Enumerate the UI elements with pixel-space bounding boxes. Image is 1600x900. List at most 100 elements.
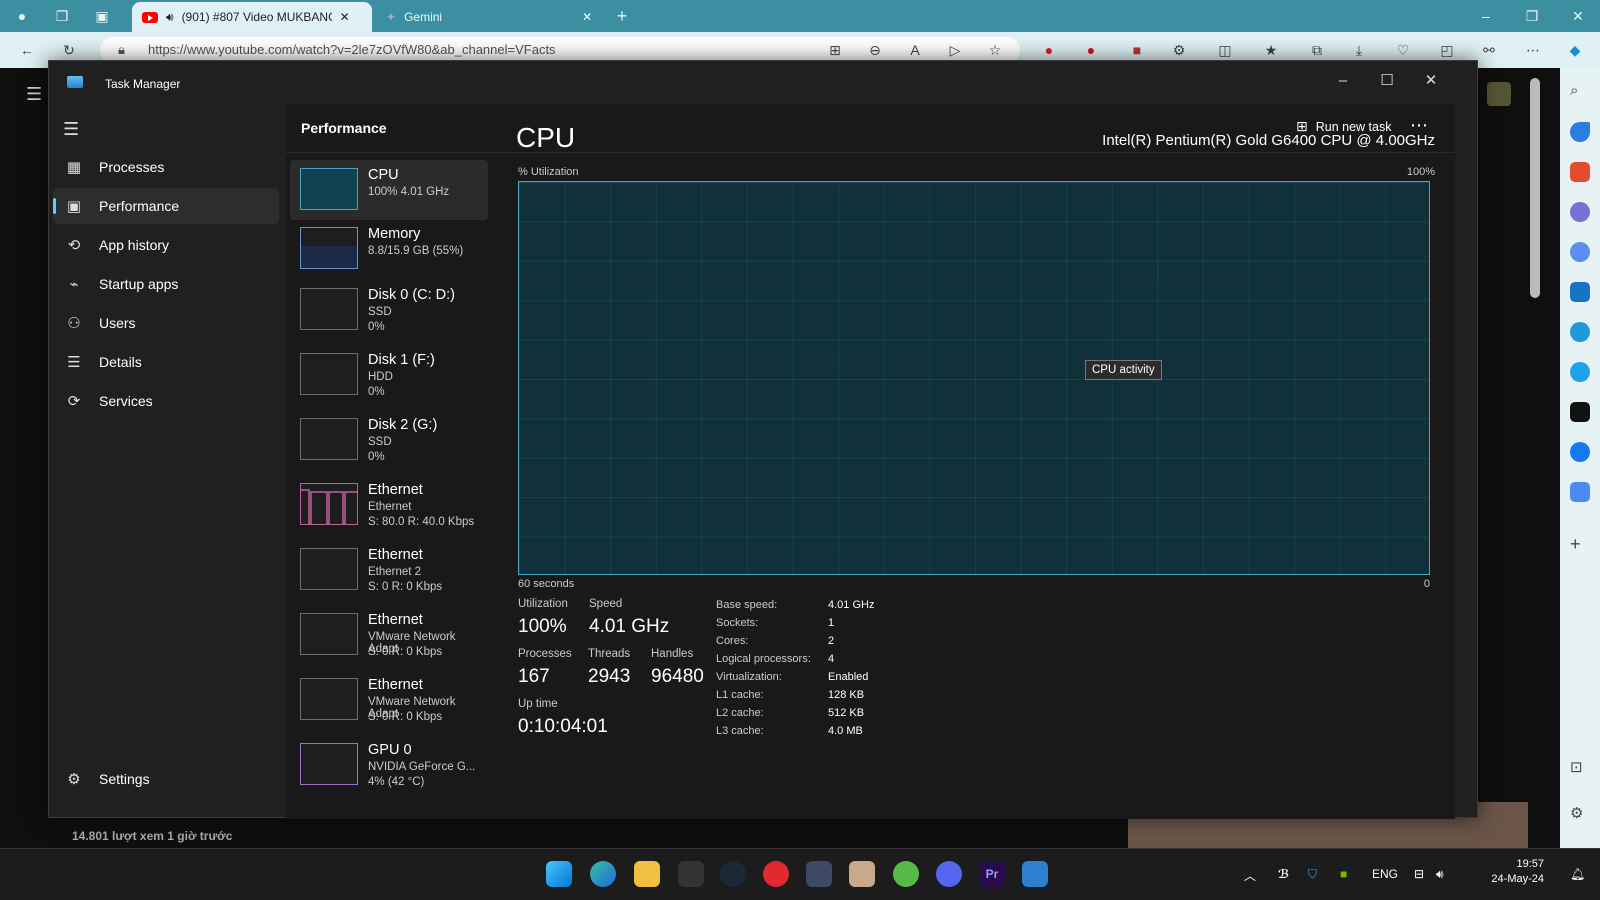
- device-ethernet-2[interactable]: Ethernet Ethernet 2 S: 0 R: 0 Kbps: [290, 540, 488, 600]
- epic-games-icon[interactable]: [678, 861, 704, 887]
- device-ethernet-3[interactable]: Ethernet VMware Network Adapt S: 0 R: 0 …: [290, 605, 488, 665]
- defender-icon[interactable]: ⛉: [1308, 867, 1317, 882]
- split-screen-icon[interactable]: ◫: [1216, 41, 1234, 59]
- hamburger-menu-icon[interactable]: ☰: [63, 119, 79, 140]
- bluetooth-icon[interactable]: ℬ: [1278, 867, 1289, 881]
- premiere-icon[interactable]: Pr: [979, 861, 1005, 887]
- games-icon[interactable]: [1570, 202, 1590, 222]
- nav-services[interactable]: ⟳ Services: [53, 383, 279, 419]
- video-icon[interactable]: ▷: [946, 41, 964, 59]
- extension-other-icon[interactable]: ■: [1128, 41, 1146, 59]
- device-ethernet-4[interactable]: Ethernet VMware Network Adapt S: 0 R: 0 …: [290, 670, 488, 730]
- nav-label: Services: [99, 393, 153, 409]
- game-icon[interactable]: [806, 861, 832, 887]
- app-available-icon[interactable]: ⊞: [826, 41, 844, 59]
- language-indicator[interactable]: ENG: [1372, 867, 1398, 881]
- genshin-icon[interactable]: [849, 861, 875, 887]
- copilot-icon[interactable]: ◆: [1566, 41, 1584, 59]
- favorites-icon[interactable]: ★: [1262, 41, 1280, 59]
- nav-settings[interactable]: ⚙ Settings: [53, 761, 279, 797]
- edge-icon[interactable]: [590, 861, 616, 887]
- nav-details[interactable]: ☰ Details: [53, 344, 279, 380]
- device-disk2[interactable]: Disk 2 (G:) SSD 0%: [290, 410, 488, 470]
- screenshot-icon[interactable]: ⊡: [1570, 758, 1590, 778]
- device-disk1[interactable]: Disk 1 (F:) HDD 0%: [290, 345, 488, 405]
- outlook-icon[interactable]: [1570, 282, 1590, 302]
- device-name: Ethernet: [368, 547, 423, 563]
- add-icon[interactable]: +: [1570, 534, 1590, 554]
- nvidia-icon[interactable]: ■: [1340, 867, 1347, 881]
- performance-icon[interactable]: ♡: [1394, 41, 1412, 59]
- search-icon[interactable]: ⌕: [1570, 82, 1590, 102]
- page-scrollbar[interactable]: [1530, 78, 1540, 298]
- favorite-icon[interactable]: ☆: [986, 41, 1004, 59]
- steam-icon[interactable]: [720, 861, 746, 887]
- workspaces-icon[interactable]: ❐: [52, 6, 72, 26]
- nav-app-history[interactable]: ⟲ App history: [53, 227, 279, 263]
- minimize-button[interactable]: –: [1321, 67, 1365, 93]
- tab-youtube-label: (901) #807 Video MUKBANG: [181, 10, 332, 24]
- skype-icon[interactable]: [1570, 362, 1590, 382]
- sidebar-settings-icon[interactable]: ⚙: [1570, 804, 1590, 824]
- extension-abp-icon[interactable]: ●: [1040, 41, 1058, 59]
- device-disk0[interactable]: Disk 0 (C: D:) SSD 0%: [290, 280, 488, 340]
- handles-label: Handles: [651, 648, 694, 660]
- microsoft365-icon[interactable]: [1570, 242, 1590, 262]
- zoom-icon[interactable]: ⊖: [866, 41, 884, 59]
- performance-icon: ▣: [66, 198, 82, 215]
- file-explorer-icon[interactable]: [634, 861, 660, 887]
- translate-icon[interactable]: [1570, 482, 1590, 502]
- clock[interactable]: 19:57 24-May-24: [1490, 857, 1544, 887]
- device-cpu[interactable]: CPU 100% 4.01 GHz: [290, 160, 488, 220]
- facebook-icon[interactable]: [1570, 442, 1590, 462]
- new-tab-icon[interactable]: +: [612, 6, 632, 26]
- close-browser-icon[interactable]: ✕: [1568, 6, 1588, 26]
- close-button[interactable]: ✕: [1409, 67, 1453, 93]
- browser-essentials-icon[interactable]: ◰: [1438, 41, 1456, 59]
- app-green-icon[interactable]: [893, 861, 919, 887]
- shopping-icon[interactable]: [1570, 122, 1590, 142]
- cpu-utilization-graph[interactable]: [518, 181, 1430, 575]
- back-icon[interactable]: ←: [18, 41, 36, 59]
- device-ethernet-1[interactable]: Ethernet Ethernet S: 80.0 R: 40.0 Kbps: [290, 475, 488, 535]
- more-options-icon[interactable]: ⋯: [1524, 41, 1542, 59]
- avatar[interactable]: [1487, 82, 1511, 106]
- close-tab-icon[interactable]: ✕: [582, 10, 592, 24]
- minimize-browser-icon[interactable]: –: [1476, 6, 1496, 26]
- nav-startup-apps[interactable]: ⌁ Startup apps: [53, 266, 279, 302]
- tray-overflow-icon[interactable]: ︿: [1244, 867, 1256, 884]
- app-red-icon[interactable]: [763, 861, 789, 887]
- tab-gemini[interactable]: ✦ Gemini ✕: [376, 2, 606, 32]
- restore-browser-icon[interactable]: ❐: [1522, 6, 1542, 26]
- notifications-icon[interactable]: 🔔︎: [1570, 867, 1585, 881]
- utilization-value: 100%: [518, 616, 567, 637]
- discord-icon[interactable]: [936, 861, 962, 887]
- nav-processes[interactable]: ▦ Processes: [53, 149, 279, 185]
- uptime-value: 0:10:04:01: [518, 716, 608, 737]
- device-gpu0[interactable]: GPU 0 NVIDIA GeForce G... 4% (42 °C): [290, 735, 488, 795]
- tab-actions-icon[interactable]: ▣: [92, 6, 112, 26]
- tab-youtube[interactable]: 🔊︎ (901) #807 Video MUKBANG ✕: [132, 2, 372, 32]
- refresh-icon[interactable]: ↻: [60, 41, 78, 59]
- close-tab-icon[interactable]: ✕: [340, 10, 350, 24]
- tools-icon[interactable]: [1570, 162, 1590, 182]
- youtube-menu-icon[interactable]: ☰: [26, 84, 42, 105]
- downloads-icon[interactable]: ⤓: [1350, 41, 1368, 59]
- share-icon[interactable]: ⚯: [1480, 41, 1498, 59]
- tiktok-icon[interactable]: [1570, 402, 1590, 422]
- start-icon[interactable]: [546, 861, 572, 887]
- extensions-icon[interactable]: ⚙: [1170, 41, 1188, 59]
- profile-avatar-icon[interactable]: ●: [12, 6, 32, 26]
- telegram-icon[interactable]: [1570, 322, 1590, 342]
- nav-performance[interactable]: ▣ Performance: [53, 188, 279, 224]
- extension-adblock-icon[interactable]: ●: [1082, 41, 1100, 59]
- collections-icon[interactable]: ⧉: [1308, 41, 1326, 59]
- task-manager-taskbar-icon[interactable]: [1022, 861, 1048, 887]
- volume-icon[interactable]: 🔊︎: [1436, 867, 1444, 882]
- read-aloud-icon[interactable]: A: [906, 41, 924, 59]
- nav-users[interactable]: ⚇ Users: [53, 305, 279, 341]
- network-icon[interactable]: ⊟: [1414, 867, 1424, 881]
- maximize-button[interactable]: ☐: [1365, 67, 1409, 93]
- device-memory[interactable]: Memory 8.8/15.9 GB (55%): [290, 219, 488, 279]
- speaker-icon[interactable]: 🔊︎: [166, 10, 174, 25]
